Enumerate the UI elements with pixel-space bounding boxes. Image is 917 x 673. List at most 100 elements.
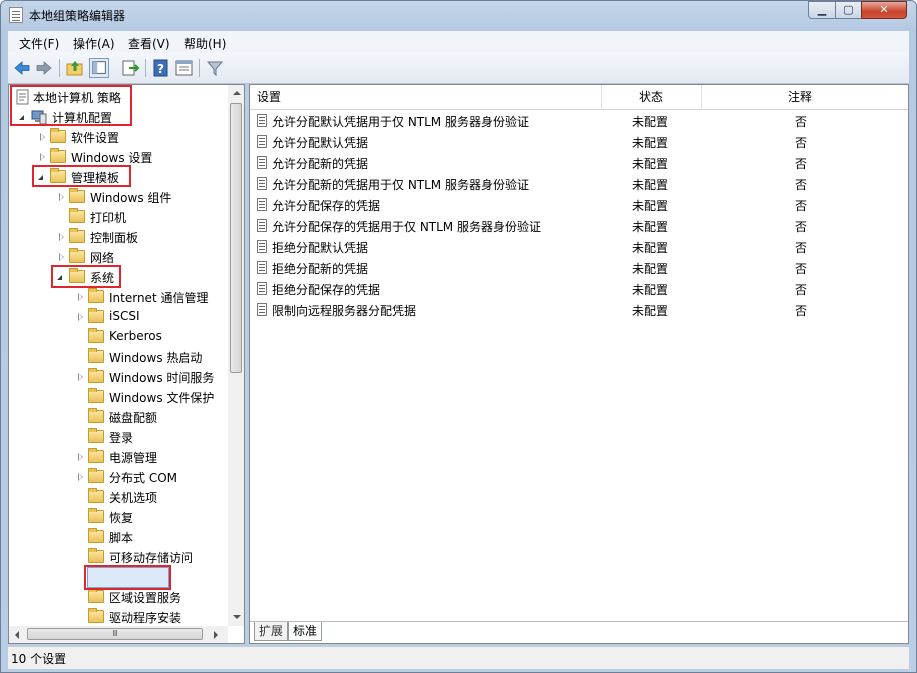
tree-vertical-scrollbar[interactable] <box>228 85 244 626</box>
list-item[interactable]: 允许分配新的凭据用于仅 NTLM 服务器身份验证 未配置 否 <box>250 173 908 194</box>
tree-item[interactable]: Windows 设置 <box>9 147 228 167</box>
tree-item[interactable]: 电源管理 <box>9 447 228 467</box>
tree-horizontal-scrollbar[interactable]: Ⅲ <box>9 626 228 643</box>
folder-icon <box>50 128 66 143</box>
setting-state: 未配置 <box>632 178 669 192</box>
collapsed-arrow-icon[interactable] <box>59 233 64 241</box>
help-icon[interactable]: ? <box>151 58 171 78</box>
list-item[interactable]: 限制向远程服务器分配凭据 未配置 否 <box>250 299 908 320</box>
app-window: 本地组策略编辑器 ▁ ▢ ✕ 文件(F) 操作(A) 查看(V) 帮助(H) ?… <box>0 0 917 673</box>
tree-item[interactable]: Internet 通信管理 <box>9 287 228 307</box>
setting-name: 允许分配保存的凭据 <box>272 199 381 213</box>
tree-item[interactable]: 控制面板 <box>9 227 228 247</box>
folder-icon <box>69 188 85 203</box>
setting-name: 拒绝分配保存的凭据 <box>272 283 381 297</box>
collapsed-arrow-icon[interactable] <box>78 293 83 301</box>
folder-icon <box>88 368 104 383</box>
highlight-box <box>10 85 132 126</box>
list-header: 设置 状态 注释 <box>250 85 908 110</box>
scroll-up-arrow-icon[interactable] <box>233 91 241 95</box>
main-content: 本地计算机 策略 计算机配置 软件设置 Windows 设置 管理模板 Windows 组… <box>8 84 909 644</box>
menu-action[interactable]: 操作(A) <box>73 35 115 52</box>
tree-item[interactable]: iSCSI <box>9 307 228 327</box>
setting-comment: 否 <box>795 283 808 297</box>
column-setting[interactable]: 设置 <box>257 85 281 109</box>
tree-item[interactable]: 关机选项 <box>9 487 228 507</box>
up-folder-icon[interactable] <box>65 58 85 78</box>
status-bar: 10 个设置 <box>8 646 909 669</box>
tree-item[interactable]: Windows 文件保护 <box>9 387 228 407</box>
setting-comment: 否 <box>795 178 808 192</box>
tree-item[interactable]: 打印机 <box>9 207 228 227</box>
tree-item[interactable]: 网络 <box>9 247 228 267</box>
tree-item[interactable]: Windows 时间服务 <box>9 367 228 387</box>
tab-standard[interactable]: 标准 <box>288 622 323 641</box>
setting-name: 允许分配新的凭据 <box>272 157 369 171</box>
collapsed-arrow-icon[interactable] <box>78 373 83 381</box>
list-item[interactable]: 允许分配新的凭据 未配置 否 <box>250 152 908 173</box>
list-item[interactable]: 拒绝分配新的凭据 未配置 否 <box>250 257 908 278</box>
menu-view[interactable]: 查看(V) <box>128 35 170 52</box>
list-item[interactable]: 允许分配保存的凭据用于仅 NTLM 服务器身份验证 未配置 否 <box>250 215 908 236</box>
tree-item-label: 脚本 <box>109 531 134 545</box>
list-item[interactable]: 拒绝分配默认凭据 未配置 否 <box>250 236 908 257</box>
setting-state: 未配置 <box>632 115 669 129</box>
export-list-icon[interactable] <box>120 58 140 78</box>
tree-item[interactable]: 恢复 <box>9 507 228 527</box>
close-button[interactable]: ✕ <box>861 1 907 19</box>
scroll-left-arrow-icon[interactable] <box>15 631 19 639</box>
tree-item[interactable]: Windows 热启动 <box>9 347 228 367</box>
maximize-button[interactable]: ▢ <box>835 1 862 19</box>
menu-help[interactable]: 帮助(H) <box>184 35 226 52</box>
collapsed-arrow-icon[interactable] <box>59 193 64 201</box>
setting-state: 未配置 <box>632 220 669 234</box>
column-state[interactable]: 状态 <box>639 85 663 109</box>
list-item[interactable]: 允许分配默认凭据 未配置 否 <box>250 131 908 152</box>
properties-icon[interactable] <box>174 58 194 78</box>
tree-item[interactable]: 分布式 COM <box>9 467 228 487</box>
list-item[interactable]: 允许分配默认凭据用于仅 NTLM 服务器身份验证 未配置 否 <box>250 110 908 131</box>
collapsed-arrow-icon[interactable] <box>78 473 83 481</box>
collapsed-arrow-icon[interactable] <box>78 453 83 461</box>
column-comment[interactable]: 注释 <box>788 85 812 109</box>
scroll-thumb[interactable] <box>230 103 242 373</box>
forward-arrow-icon[interactable] <box>34 58 54 78</box>
tree-item[interactable]: 可移动存储访问 <box>9 547 228 567</box>
list-item[interactable]: 允许分配保存的凭据 未配置 否 <box>250 194 908 215</box>
title-bar[interactable]: 本地组策略编辑器 ▁ ▢ ✕ <box>1 1 916 29</box>
setting-comment: 否 <box>795 157 808 171</box>
show-hide-tree-icon[interactable] <box>89 58 109 78</box>
folder-icon <box>69 208 85 223</box>
folder-icon <box>88 288 104 303</box>
setting-comment: 否 <box>795 262 808 276</box>
minimize-button[interactable]: ▁ <box>808 1 836 19</box>
menu-bar: 文件(F) 操作(A) 查看(V) 帮助(H) <box>8 31 909 53</box>
collapsed-arrow-icon[interactable] <box>78 313 83 321</box>
setting-name: 允许分配保存的凭据用于仅 NTLM 服务器身份验证 <box>272 220 541 234</box>
tab-extended[interactable]: 扩展 <box>254 622 289 641</box>
menu-file[interactable]: 文件(F) <box>19 35 59 52</box>
scroll-right-arrow-icon[interactable] <box>214 631 218 639</box>
collapsed-arrow-icon[interactable] <box>40 133 45 141</box>
tree-item[interactable]: 磁盘配额 <box>9 407 228 427</box>
back-arrow-icon[interactable] <box>12 58 32 78</box>
collapsed-arrow-icon[interactable] <box>40 153 45 161</box>
tree-item[interactable]: 脚本 <box>9 527 228 547</box>
tree-item[interactable]: 登录 <box>9 427 228 447</box>
tree-item[interactable]: Kerberos <box>9 327 228 347</box>
scroll-down-arrow-icon[interactable] <box>233 615 241 619</box>
scroll-thumb-horizontal[interactable]: Ⅲ <box>27 628 203 640</box>
policy-setting-icon <box>257 114 267 127</box>
tree-item[interactable]: 区域设置服务 <box>9 587 228 607</box>
collapsed-arrow-icon[interactable] <box>59 253 64 261</box>
tree-item[interactable]: 软件设置 <box>9 127 228 147</box>
filter-icon[interactable] <box>205 58 225 78</box>
setting-comment: 否 <box>795 115 808 129</box>
policy-setting-icon <box>257 177 267 190</box>
tree-item[interactable]: Windows 组件 <box>9 187 228 207</box>
tree-item[interactable]: 驱动程序安装 <box>9 607 228 626</box>
tree-item-label: 控制面板 <box>90 231 139 245</box>
list-item[interactable]: 拒绝分配保存的凭据 未配置 否 <box>250 278 908 299</box>
tree-item-label: Windows 热启动 <box>109 351 203 365</box>
tree-view: 本地计算机 策略 计算机配置 软件设置 Windows 设置 管理模板 Windows 组… <box>9 85 228 626</box>
